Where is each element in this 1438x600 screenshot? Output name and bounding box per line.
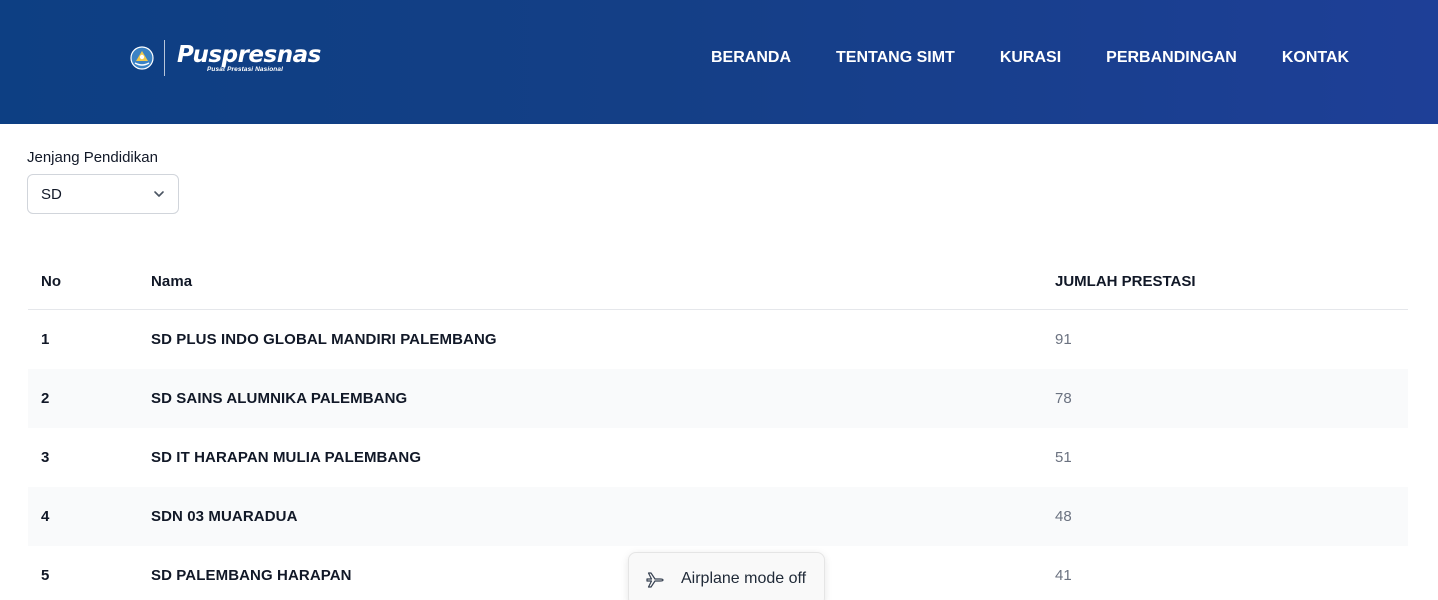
cell-nama: SD IT HARAPAN MULIA PALEMBANG xyxy=(151,449,422,466)
cell-jumlah-prestasi: 91 xyxy=(1055,331,1072,348)
column-header-nama: Nama xyxy=(151,273,193,290)
tut-wuri-handayani-emblem-icon xyxy=(130,45,154,71)
cell-nama: SD PALEMBANG HARAPAN xyxy=(151,567,352,584)
jenjang-pendidikan-label: Jenjang Pendidikan xyxy=(27,149,158,166)
toast-message: Airplane mode off xyxy=(681,570,807,587)
nav-kurasi[interactable]: KURASI xyxy=(1000,48,1061,68)
cell-no: 5 xyxy=(41,567,50,584)
cell-nama: SDN 03 MUARADUA xyxy=(151,508,298,525)
cell-no: 3 xyxy=(41,449,50,466)
main-nav: BERANDA TENTANG SIMT KURASI PERBANDINGAN… xyxy=(711,48,1349,68)
cell-jumlah-prestasi: 41 xyxy=(1055,567,1072,584)
cell-nama: SD SAINS ALUMNIKA PALEMBANG xyxy=(151,390,408,407)
column-header-jumlah-prestasi: JUMLAH PRESTASI xyxy=(1055,273,1196,290)
airplane-icon xyxy=(646,572,664,588)
nav-kontak[interactable]: KONTAK xyxy=(1282,48,1349,68)
logo-subtitle: Pusat Prestasi Nasional xyxy=(207,66,283,73)
airplane-mode-toast[interactable]: Airplane mode off xyxy=(628,552,825,600)
logo-divider xyxy=(164,40,165,76)
ranking-table: No Nama JUMLAH PRESTASI 1 SD PLUS INDO G… xyxy=(28,254,1408,600)
table-row[interactable]: 3 SD IT HARAPAN MULIA PALEMBANG 51 xyxy=(28,428,1408,487)
cell-nama: SD PLUS INDO GLOBAL MANDIRI PALEMBANG xyxy=(151,331,497,348)
cell-jumlah-prestasi: 48 xyxy=(1055,508,1072,525)
cell-no: 2 xyxy=(41,390,50,407)
chevron-down-icon xyxy=(154,191,164,197)
cell-no: 4 xyxy=(41,508,50,525)
site-header: Puspresnas Pusat Prestasi Nasional BERAN… xyxy=(0,0,1438,124)
nav-perbandingan[interactable]: PERBANDINGAN xyxy=(1106,48,1237,68)
cell-no: 1 xyxy=(41,331,50,348)
column-header-no: No xyxy=(41,273,61,290)
nav-tentang-simt[interactable]: TENTANG SIMT xyxy=(836,48,955,68)
table-row[interactable]: 4 SDN 03 MUARADUA 48 xyxy=(28,487,1408,546)
table-row[interactable]: 1 SD PLUS INDO GLOBAL MANDIRI PALEMBANG … xyxy=(28,310,1408,369)
cell-jumlah-prestasi: 51 xyxy=(1055,449,1072,466)
selected-value: SD xyxy=(41,185,62,203)
puspresnas-logo[interactable]: Puspresnas Pusat Prestasi Nasional xyxy=(130,38,321,78)
nav-beranda[interactable]: BERANDA xyxy=(711,48,791,68)
table-row[interactable]: 2 SD SAINS ALUMNIKA PALEMBANG 78 xyxy=(28,369,1408,428)
cell-jumlah-prestasi: 78 xyxy=(1055,390,1072,407)
jenjang-pendidikan-select[interactable]: SD xyxy=(27,174,179,214)
table-header: No Nama JUMLAH PRESTASI xyxy=(28,254,1408,310)
logo-wordmark: Puspresnas xyxy=(177,42,321,68)
